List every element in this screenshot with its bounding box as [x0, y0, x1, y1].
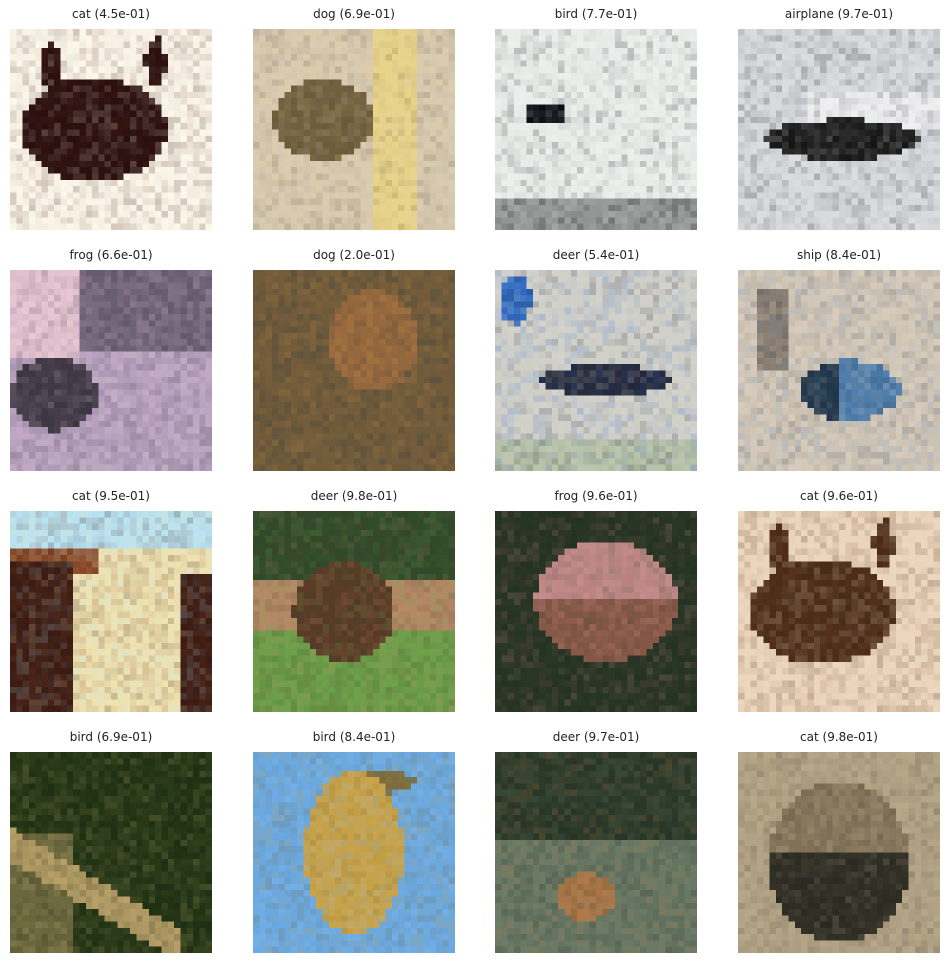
sample-image [495, 752, 697, 953]
image-panel: bird (6.9e-01) [10, 725, 212, 955]
sample-image [495, 511, 697, 712]
sample-image [495, 29, 697, 230]
panel-caption: airplane (9.7e-01) [784, 7, 894, 21]
sample-image [10, 29, 212, 230]
image-panel: bird (8.4e-01) [253, 725, 455, 955]
image-panel: frog (9.6e-01) [495, 484, 697, 714]
sample-image [253, 29, 455, 230]
panel-caption: bird (7.7e-01) [554, 7, 638, 21]
panel-caption: cat (9.8e-01) [800, 730, 878, 744]
sample-image [253, 511, 455, 712]
image-panel: frog (6.6e-01) [10, 243, 212, 473]
sample-image [738, 511, 940, 712]
sample-image [253, 752, 455, 953]
sample-image [495, 270, 697, 471]
image-panel: deer (9.7e-01) [495, 725, 697, 955]
panel-caption: frog (9.6e-01) [554, 489, 638, 503]
image-panel: dog (2.0e-01) [253, 243, 455, 473]
image-panel: ship (8.4e-01) [738, 243, 940, 473]
panel-caption: deer (5.4e-01) [552, 248, 640, 262]
sample-image [10, 270, 212, 471]
sample-image [738, 29, 940, 230]
panel-caption: dog (2.0e-01) [313, 248, 395, 262]
sample-image [10, 511, 212, 712]
panel-caption: bird (8.4e-01) [312, 730, 396, 744]
image-panel: cat (9.5e-01) [10, 484, 212, 714]
image-grid: cat (4.5e-01) dog (6.9e-01) bird (7.7e-01)… [0, 0, 948, 962]
image-panel: deer (5.4e-01) [495, 243, 697, 473]
image-panel: cat (9.8e-01) [738, 725, 940, 955]
panel-caption: dog (6.9e-01) [313, 7, 395, 21]
image-panel: cat (4.5e-01) [10, 2, 212, 232]
image-panel: dog (6.9e-01) [253, 2, 455, 232]
sample-image [738, 270, 940, 471]
panel-caption: bird (6.9e-01) [69, 730, 153, 744]
panel-caption: deer (9.7e-01) [552, 730, 640, 744]
panel-caption: cat (9.5e-01) [72, 489, 150, 503]
panel-caption: ship (8.4e-01) [796, 248, 882, 262]
panel-caption: cat (9.6e-01) [800, 489, 878, 503]
sample-image [738, 752, 940, 953]
image-panel: cat (9.6e-01) [738, 484, 940, 714]
panel-caption: deer (9.8e-01) [310, 489, 398, 503]
image-panel: deer (9.8e-01) [253, 484, 455, 714]
panel-caption: cat (4.5e-01) [72, 7, 150, 21]
sample-image [253, 270, 455, 471]
image-panel: airplane (9.7e-01) [738, 2, 940, 232]
sample-image [10, 752, 212, 953]
image-panel: bird (7.7e-01) [495, 2, 697, 232]
panel-caption: frog (6.6e-01) [69, 248, 153, 262]
